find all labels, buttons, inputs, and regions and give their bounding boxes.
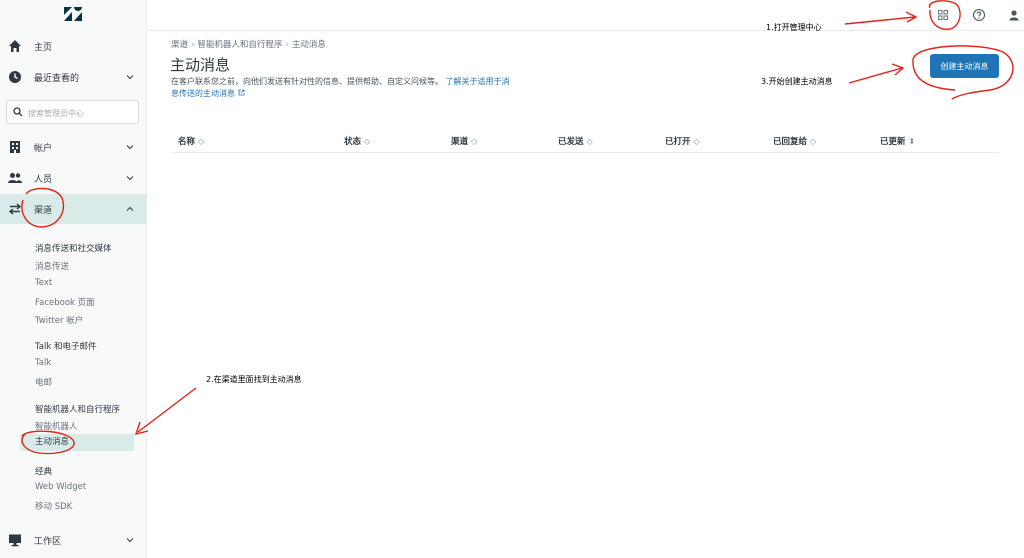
monitor-icon xyxy=(9,534,21,547)
sort-icon: ◇ xyxy=(364,137,371,146)
group-talk-email-title: Talk 和电子邮件 xyxy=(35,342,97,352)
annotation-step1: 1.打开管理中心 xyxy=(766,23,822,32)
column-sent[interactable]: 已发送 ◇ xyxy=(558,135,593,147)
products-grid-icon[interactable] xyxy=(936,8,950,22)
annotation-arrow-step3 xyxy=(848,63,905,84)
page-title: 主动消息 xyxy=(170,56,231,74)
column-updated[interactable]: 已更新 ⬍ xyxy=(880,135,915,147)
sub-item-talk[interactable]: Talk xyxy=(35,358,51,368)
chevron-down-icon xyxy=(126,145,134,150)
sort-icon: ◇ xyxy=(471,137,478,146)
sort-icon: ◇ xyxy=(693,137,700,146)
people-icon xyxy=(8,173,22,183)
nav-people-label: 人员 xyxy=(34,174,53,185)
sidebar: 主页 最近查看的 帐户 xyxy=(0,0,147,558)
group-classic-title: 经典 xyxy=(35,467,53,477)
sub-item-text[interactable]: Text xyxy=(35,278,52,288)
description-text: 在客户联系您之前，向他们发送有针对性的信息、提供帮助、自定义问候等。 xyxy=(171,77,443,86)
column-opened[interactable]: 已打开 ◇ xyxy=(665,135,700,147)
nav-workspaces[interactable]: 工作区 xyxy=(0,525,146,555)
column-channel-label: 渠道 xyxy=(451,137,469,147)
search-input[interactable] xyxy=(26,104,138,122)
sort-icon: ◇ xyxy=(586,137,593,146)
clock-icon xyxy=(9,71,21,83)
nav-recent-label: 最近查看的 xyxy=(34,73,80,84)
nav-home-label: 主页 xyxy=(34,42,53,53)
nav-people[interactable]: 人员 xyxy=(0,163,146,193)
breadcrumb-current: 主动消息 xyxy=(291,40,326,50)
nav-channels[interactable]: 渠道 xyxy=(0,194,146,224)
help-icon[interactable] xyxy=(972,8,986,22)
search-icon xyxy=(13,107,23,117)
nav-recent[interactable]: 最近查看的 xyxy=(0,62,146,92)
channels-arrows-icon xyxy=(8,203,22,215)
external-link-icon xyxy=(238,89,244,96)
sub-item-mobile-sdk[interactable]: 移动 SDK xyxy=(35,500,72,512)
create-proactive-message-button[interactable]: 创建主动消息 xyxy=(930,54,999,78)
breadcrumb: 渠道 › 智能机器人和自行程序 › 主动消息 xyxy=(171,40,326,50)
sort-icon: ◇ xyxy=(198,137,205,146)
building-icon xyxy=(10,141,20,153)
nav-channels-label: 渠道 xyxy=(34,205,53,216)
nav-home[interactable]: 主页 xyxy=(0,31,146,61)
column-channel[interactable]: 渠道 ◇ xyxy=(451,135,477,147)
breadcrumb-bots[interactable]: 智能机器人和自行程序 xyxy=(197,40,282,50)
zendesk-logo-icon[interactable] xyxy=(64,7,82,21)
group-bots-title: 智能机器人和自行程序 xyxy=(35,405,121,415)
user-icon[interactable] xyxy=(1007,8,1021,22)
breadcrumb-channels[interactable]: 渠道 xyxy=(171,40,188,50)
home-icon xyxy=(9,40,21,52)
group-messaging-title: 消息传送和社交媒体 xyxy=(35,244,112,254)
sort-desc-icon: ⬍ xyxy=(908,137,916,146)
sort-icon: ◇ xyxy=(810,137,817,146)
page-description: 在客户联系您之前，向他们发送有针对性的信息、提供帮助、自定义问候等。 了解关于适… xyxy=(171,76,511,100)
column-name[interactable]: 名称 ◇ xyxy=(178,135,204,147)
table-header: 名称 ◇ 状态 ◇ 渠道 ◇ 已发送 ◇ 已打开 ◇ 已回复给 ◇ 已更新 ⬍ xyxy=(171,131,999,153)
sub-item-email[interactable]: 电邮 xyxy=(35,376,52,388)
column-status-label: 状态 xyxy=(344,137,362,147)
column-opened-label: 已打开 xyxy=(665,137,691,147)
chevron-down-icon xyxy=(126,176,134,181)
column-updated-label: 已更新 xyxy=(880,137,906,147)
column-replied-label: 已回复给 xyxy=(773,137,808,147)
nav-account-label: 帐户 xyxy=(34,143,53,154)
sub-item-proactive-messages[interactable]: 主动消息 xyxy=(20,434,134,451)
sub-item-web-widget[interactable]: Web Widget xyxy=(35,482,86,492)
column-sent-label: 已发送 xyxy=(558,137,584,147)
sub-item-facebook[interactable]: Facebook 页面 xyxy=(35,296,95,308)
admin-search[interactable] xyxy=(6,100,139,124)
column-replied[interactable]: 已回复给 ◇ xyxy=(773,135,816,147)
nav-workspaces-label: 工作区 xyxy=(34,536,62,547)
sub-item-twitter[interactable]: Twitter 帐户 xyxy=(35,314,83,326)
nav-account[interactable]: 帐户 xyxy=(0,132,146,162)
sub-item-bots[interactable]: 智能机器人 xyxy=(35,420,78,432)
chevron-up-icon xyxy=(126,206,134,211)
chevron-down-icon xyxy=(126,75,134,80)
chevron-down-icon xyxy=(126,538,134,543)
annotation-step2: 2.在渠道里面找到主动消息 xyxy=(206,375,302,384)
column-status[interactable]: 状态 ◇ xyxy=(344,135,370,147)
sub-item-messaging[interactable]: 消息传送 xyxy=(35,260,69,272)
annotation-step3: 3.开始创建主动消息 xyxy=(761,77,833,86)
annotation-overlay xyxy=(21,0,1014,455)
topbar xyxy=(147,0,1024,31)
column-name-label: 名称 xyxy=(178,137,196,147)
